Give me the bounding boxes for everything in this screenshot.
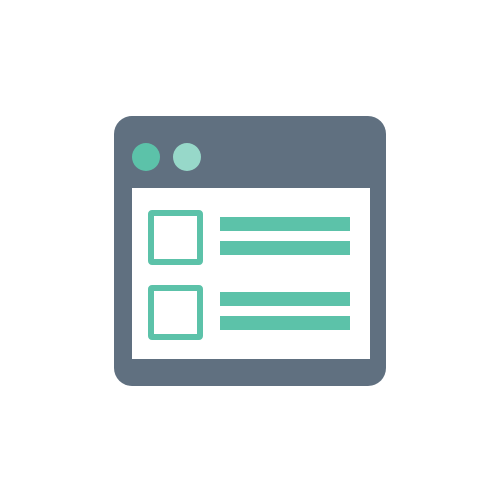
window-control-dot-icon — [132, 143, 160, 171]
list-item — [148, 285, 354, 340]
window-content-panel — [132, 188, 370, 359]
text-line-icon — [220, 217, 350, 231]
checkbox-icon — [148, 285, 203, 340]
text-line-icon — [220, 292, 350, 306]
window-title-bar — [114, 116, 386, 188]
text-line-icon — [220, 316, 350, 330]
icon-canvas — [0, 0, 500, 500]
list-item — [148, 210, 354, 265]
window-control-dot-icon — [173, 143, 201, 171]
checkbox-icon — [148, 210, 203, 265]
text-line-icon — [220, 241, 350, 255]
browser-window-icon — [114, 116, 386, 386]
